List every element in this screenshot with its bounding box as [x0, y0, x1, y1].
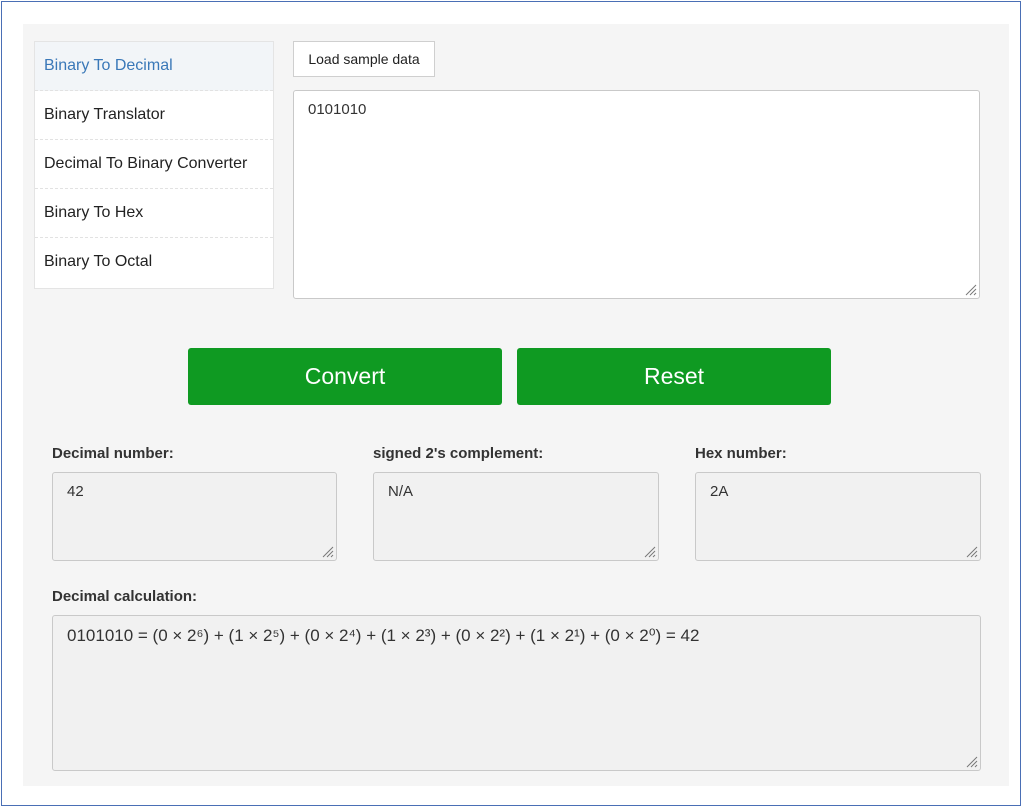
sidebar-item-binary-to-decimal[interactable]: Binary To Decimal — [35, 42, 273, 91]
reset-button[interactable]: Reset — [517, 348, 831, 405]
decimal-calculation-label: Decimal calculation: — [52, 588, 198, 605]
load-sample-data-button[interactable]: Load sample data — [293, 41, 435, 77]
resize-handle-icon[interactable] — [964, 754, 978, 768]
hex-number-value: 2A — [710, 483, 729, 500]
decimal-calculation-output[interactable]: 0101010 = (0 × 2⁶) + (1 × 2⁵) + (0 × 2⁴)… — [52, 615, 981, 771]
convert-button[interactable]: Convert — [188, 348, 502, 405]
converter-panel: Binary To Decimal Binary Translator Deci… — [23, 24, 1009, 786]
sidebar-item-decimal-to-binary[interactable]: Decimal To Binary Converter — [35, 140, 273, 189]
decimal-calculation-value: 0101010 = (0 × 2⁶) + (1 × 2⁵) + (0 × 2⁴)… — [67, 626, 700, 645]
resize-handle-icon[interactable] — [964, 544, 978, 558]
resize-handle-icon[interactable] — [642, 544, 656, 558]
decimal-number-value: 42 — [67, 483, 84, 500]
signed-complement-value: N/A — [388, 483, 414, 500]
binary-input[interactable]: 0101010 — [293, 90, 980, 299]
hex-number-label: Hex number: — [695, 445, 787, 462]
hex-number-output[interactable]: 2A — [695, 472, 981, 561]
decimal-number-output[interactable]: 42 — [52, 472, 337, 561]
signed-complement-output[interactable]: N/A — [373, 472, 659, 561]
sidebar-item-binary-to-octal[interactable]: Binary To Octal — [35, 238, 273, 287]
sidebar-item-binary-to-hex[interactable]: Binary To Hex — [35, 189, 273, 238]
decimal-number-label: Decimal number: — [52, 445, 174, 462]
signed-complement-label: signed 2's complement: — [373, 445, 544, 462]
resize-handle-icon[interactable] — [963, 282, 977, 296]
screenshot-frame: Binary To Decimal Binary Translator Deci… — [1, 1, 1021, 806]
resize-handle-icon[interactable] — [320, 544, 334, 558]
converter-sidebar: Binary To Decimal Binary Translator Deci… — [34, 41, 274, 289]
sidebar-item-binary-translator[interactable]: Binary Translator — [35, 91, 273, 140]
binary-input-value: 0101010 — [308, 101, 367, 118]
